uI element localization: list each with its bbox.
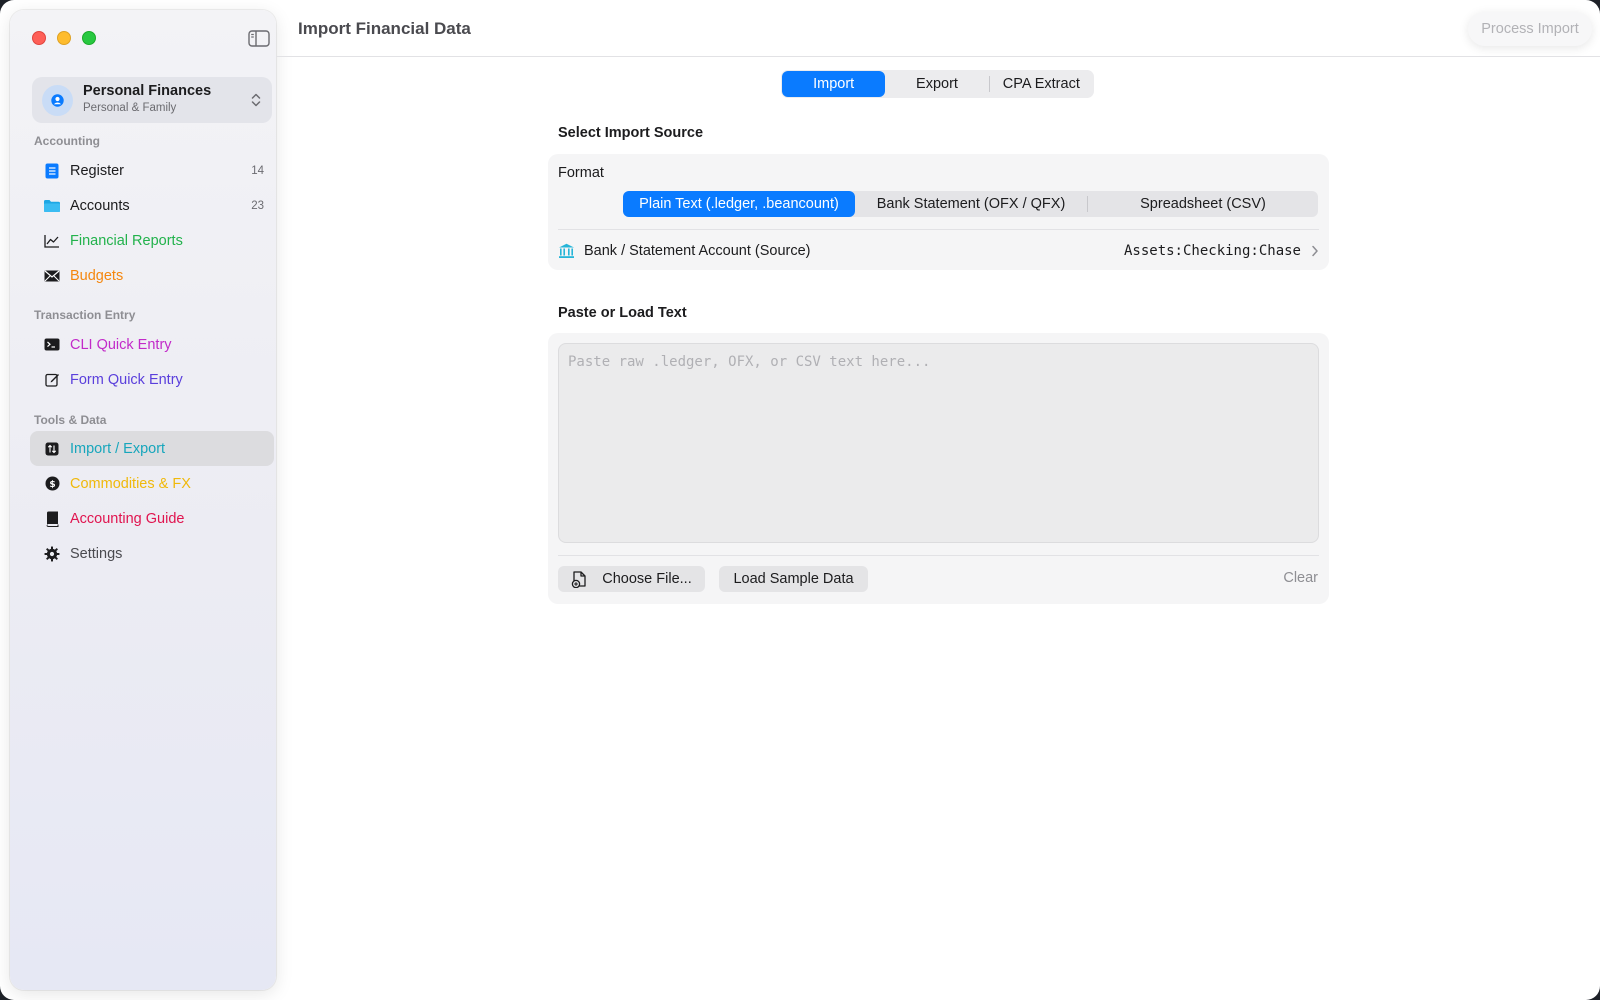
bank-icon: [559, 243, 574, 258]
section-title-transaction-entry: Transaction Entry: [34, 308, 136, 322]
envelope-icon: [43, 267, 61, 285]
sidebar-item-financial-reports[interactable]: Financial Reports: [30, 223, 274, 258]
sidebar-item-register[interactable]: Register 14: [30, 153, 274, 188]
sidebar-item-budgets[interactable]: Budgets: [30, 258, 274, 293]
tab-import[interactable]: Import: [782, 71, 886, 97]
zoom-window-button[interactable]: [82, 31, 96, 45]
header-divider: [276, 56, 1600, 57]
sidebar-item-cli-quick-entry[interactable]: CLI Quick Entry: [30, 327, 274, 362]
sidebar-item-label: Financial Reports: [70, 232, 183, 249]
sidebar: Personal Finances Personal & Family Acco…: [10, 10, 276, 990]
edit-icon: [43, 371, 61, 389]
clear-button[interactable]: Clear: [1283, 570, 1318, 586]
format-picker: Plain Text (.ledger, .beancount) Bank St…: [623, 191, 1318, 217]
dollar-circle-icon: $: [43, 475, 61, 493]
sidebar-item-label: Accounts: [70, 197, 130, 214]
gear-icon: [43, 545, 61, 563]
item-count-badge: 23: [251, 199, 264, 212]
raw-text-input[interactable]: Paste raw .ledger, OFX, or CSV text here…: [558, 343, 1319, 543]
chevron-right-icon: [1312, 245, 1318, 257]
card-divider: [558, 229, 1319, 230]
sidebar-item-accounting-guide[interactable]: Accounting Guide: [30, 501, 274, 536]
close-window-button[interactable]: [32, 31, 46, 45]
sidebar-item-label: Accounting Guide: [70, 510, 185, 527]
item-count-badge: 14: [251, 164, 264, 177]
import-source-heading: Select Import Source: [558, 125, 704, 141]
choose-file-button[interactable]: Choose File...: [558, 566, 705, 592]
load-sample-data-button[interactable]: Load Sample Data: [719, 566, 868, 592]
list-icon: [43, 162, 61, 180]
process-import-button[interactable]: Process Import: [1468, 12, 1592, 46]
profile-name: Personal Finances: [83, 83, 212, 99]
page-title: Import Financial Data: [298, 19, 471, 38]
section-title-tools-data: Tools & Data: [34, 413, 107, 427]
source-account-row[interactable]: Bank / Statement Account (Source) Assets…: [558, 238, 1319, 264]
sidebar-item-label: Import / Export: [70, 440, 166, 457]
profile-subtitle: Personal & Family: [83, 102, 177, 114]
tab-cpa-extract[interactable]: CPA Extract: [990, 71, 1093, 97]
paste-heading: Paste or Load Text: [558, 305, 687, 321]
card-divider: [558, 555, 1319, 556]
sidebar-toggle-icon[interactable]: [248, 30, 270, 47]
source-account-label: Bank / Statement Account (Source): [584, 243, 811, 259]
sidebar-item-label: CLI Quick Entry: [70, 336, 172, 353]
import-source-card: Format Plain Text (.ledger, .beancount) …: [548, 154, 1329, 270]
arrows-updown-icon: [43, 440, 61, 458]
mode-tabs: Import Export CPA Extract: [781, 70, 1094, 98]
format-option-spreadsheet[interactable]: Spreadsheet (CSV): [1088, 191, 1318, 217]
sidebar-item-import-export[interactable]: Import / Export: [30, 431, 274, 466]
sidebar-item-label: Register: [70, 162, 124, 179]
source-account-value: Assets:Checking:Chase: [1123, 243, 1301, 259]
format-option-bank-statement[interactable]: Bank Statement (OFX / QFX): [855, 191, 1087, 217]
book-icon: [43, 510, 61, 528]
format-label: Format: [558, 165, 604, 181]
chevron-updown-icon: [251, 93, 261, 107]
folder-icon: [43, 197, 61, 215]
line-chart-icon: [43, 232, 61, 250]
sidebar-item-label: Budgets: [70, 267, 124, 284]
terminal-icon: [43, 336, 61, 354]
sidebar-item-settings[interactable]: Settings: [30, 536, 274, 571]
sidebar-item-commodities-fx[interactable]: $ Commodities & FX: [30, 466, 274, 501]
profile-switcher[interactable]: Personal Finances Personal & Family: [32, 77, 272, 123]
sidebar-item-label: Commodities & FX: [70, 475, 191, 492]
sidebar-item-accounts[interactable]: Accounts 23: [30, 188, 274, 223]
paste-card: Paste raw .ledger, OFX, or CSV text here…: [548, 333, 1329, 604]
tab-export[interactable]: Export: [885, 71, 988, 97]
document-badge-icon: [572, 570, 586, 588]
section-title-accounting: Accounting: [34, 134, 100, 148]
sidebar-item-form-quick-entry[interactable]: Form Quick Entry: [30, 362, 274, 397]
raw-text-placeholder: Paste raw .ledger, OFX, or CSV text here…: [568, 354, 931, 370]
choose-file-label: Choose File...: [602, 571, 692, 587]
sidebar-item-label: Form Quick Entry: [70, 371, 183, 388]
format-option-plain-text[interactable]: Plain Text (.ledger, .beancount): [623, 191, 855, 217]
sidebar-item-label: Settings: [70, 545, 123, 562]
minimize-window-button[interactable]: [57, 31, 71, 45]
app-window: Personal Finances Personal & Family Acco…: [0, 0, 1600, 1000]
svg-text:$: $: [49, 480, 55, 490]
person-icon: [42, 85, 73, 116]
